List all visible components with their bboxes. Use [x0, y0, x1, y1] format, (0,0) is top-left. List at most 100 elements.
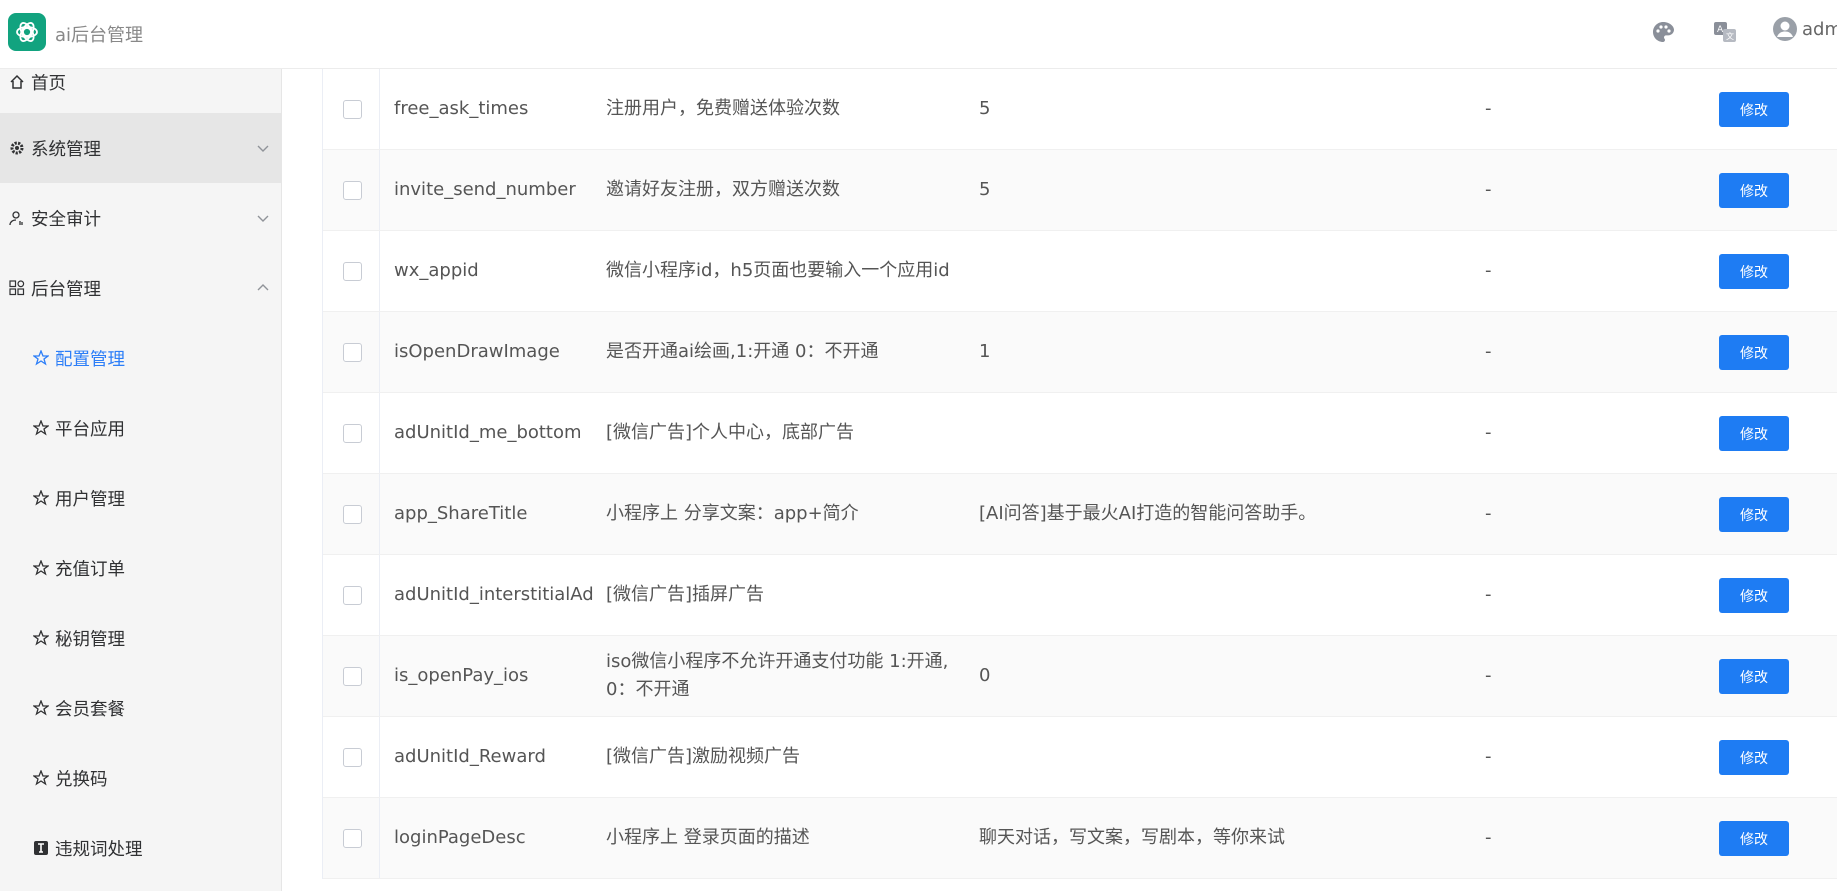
config-remark: -: [1485, 746, 1492, 767]
config-value: [AI问答]基于最火AI打造的智能问答助手。: [979, 503, 1317, 524]
star-icon: [33, 560, 49, 576]
config-key: adUnitId_me_bottom: [394, 422, 582, 443]
sidebar-item-keys[interactable]: 秘钥管理: [0, 603, 281, 673]
user-audit-icon: [9, 210, 25, 226]
sidebar-item-label: 会员套餐: [55, 699, 125, 720]
config-value: 5: [979, 98, 991, 119]
row-checkbox[interactable]: [343, 748, 362, 767]
config-value: 5: [979, 179, 991, 200]
sidebar-item-home[interactable]: 首页: [0, 69, 281, 117]
edit-button[interactable]: 修改: [1719, 335, 1789, 370]
sidebar-item-backend[interactable]: 后台管理: [0, 253, 281, 323]
chevron-down-icon: [256, 140, 270, 160]
sidebar-item-system[interactable]: 系统管理: [0, 113, 281, 183]
sidebar-item-label: 充值订单: [55, 559, 125, 580]
config-desc: 小程序上 登录页面的描述: [606, 827, 810, 848]
edit-button[interactable]: 修改: [1719, 254, 1789, 289]
edit-button[interactable]: 修改: [1719, 578, 1789, 613]
table-row: free_ask_times 注册用户，免费赠送体验次数 5 - 修改: [323, 69, 1837, 150]
grid-icon: [9, 280, 25, 296]
row-checkbox[interactable]: [343, 343, 362, 362]
row-checkbox[interactable]: [343, 505, 362, 524]
openai-logo-icon: [16, 22, 38, 42]
config-key: isOpenDrawImage: [394, 341, 560, 362]
sidebar-item-audit[interactable]: 安全审计: [0, 183, 281, 253]
star-icon: [33, 630, 49, 646]
sidebar-item-redeem-codes[interactable]: 兑换码: [0, 743, 281, 813]
table-row: app_ShareTitle 小程序上 分享文案：app+简介 [AI问答]基于…: [323, 474, 1837, 555]
table-row: loginPageDesc 小程序上 登录页面的描述 聊天对话，写文案，写剧本，…: [323, 798, 1837, 879]
edit-button[interactable]: 修改: [1719, 740, 1789, 775]
edit-button[interactable]: 修改: [1719, 173, 1789, 208]
edit-button[interactable]: 修改: [1719, 821, 1789, 856]
edit-button[interactable]: 修改: [1719, 416, 1789, 451]
chevron-up-icon: [256, 280, 270, 300]
row-checkbox[interactable]: [343, 262, 362, 281]
sidebar-item-label: 用户管理: [55, 489, 125, 510]
row-checkbox[interactable]: [343, 667, 362, 686]
config-desc: 是否开通ai绘画,1:开通 0：不开通: [606, 341, 879, 362]
sidebar-item-platform-apps[interactable]: 平台应用: [0, 393, 281, 463]
user-menu[interactable]: adm: [1772, 16, 1837, 42]
translate-icon[interactable]: A 文: [1711, 18, 1739, 46]
row-checkbox[interactable]: [343, 586, 362, 605]
config-value: 0: [979, 665, 991, 686]
config-key: wx_appid: [394, 260, 479, 281]
sidebar-item-label: 后台管理: [31, 279, 101, 300]
user-avatar-icon: [1773, 17, 1797, 41]
table-row: is_openPay_ios iso微信小程序不允许开通支付功能 1:开通, 0…: [323, 636, 1837, 717]
svg-text:A: A: [1717, 25, 1724, 35]
config-key: free_ask_times: [394, 98, 529, 119]
config-value: 1: [979, 341, 991, 362]
content-gutter: [282, 69, 302, 891]
config-value: [979, 231, 1479, 311]
sidebar-item-config[interactable]: 配置管理: [0, 323, 281, 393]
row-checkbox[interactable]: [343, 181, 362, 200]
chevron-down-icon: [256, 210, 270, 230]
edit-button[interactable]: 修改: [1719, 92, 1789, 127]
config-key: invite_send_number: [394, 179, 576, 200]
config-key: loginPageDesc: [394, 827, 526, 848]
row-checkbox[interactable]: [343, 424, 362, 443]
config-key: app_ShareTitle: [394, 503, 528, 524]
config-desc: [微信广告]插屏广告: [606, 584, 765, 605]
config-key: is_openPay_ios: [394, 665, 529, 686]
sidebar-item-label: 违规词处理: [55, 839, 143, 860]
top-header: ai后台管理 A 文 adm: [0, 0, 1837, 69]
sidebar-item-users[interactable]: 用户管理: [0, 463, 281, 533]
config-value: [979, 555, 1479, 635]
sidebar-item-orders[interactable]: 充值订单: [0, 533, 281, 603]
sidebar-item-label: 兑换码: [55, 769, 108, 790]
row-checkbox[interactable]: [343, 100, 362, 119]
table-row: adUnitId_interstitialAd [微信广告]插屏广告 - 修改: [323, 555, 1837, 636]
edit-button[interactable]: 修改: [1719, 497, 1789, 532]
home-icon: [9, 74, 25, 90]
config-remark: -: [1485, 179, 1492, 200]
app-logo[interactable]: [8, 13, 46, 51]
table-row: adUnitId_Reward [微信广告]激励视频广告 - 修改: [323, 717, 1837, 798]
row-checkbox[interactable]: [343, 829, 362, 848]
text-icon: [33, 840, 49, 856]
star-icon: [33, 420, 49, 436]
main-content: free_ask_times 注册用户，免费赠送体验次数 5 - 修改 invi…: [282, 69, 1837, 891]
sidebar-item-sensitive-words[interactable]: 违规词处理: [0, 813, 281, 883]
star-icon: [33, 490, 49, 506]
config-key: adUnitId_Reward: [394, 746, 546, 767]
config-desc: 注册用户，免费赠送体验次数: [606, 98, 840, 119]
palette-icon[interactable]: [1649, 18, 1677, 46]
config-desc: 小程序上 分享文案：app+简介: [606, 503, 859, 524]
star-icon: [33, 770, 49, 786]
config-remark: -: [1485, 665, 1492, 686]
sidebar-item-label: 系统管理: [31, 139, 101, 160]
config-key: adUnitId_interstitialAd: [394, 584, 594, 605]
sidebar-item-membership[interactable]: 会员套餐: [0, 673, 281, 743]
gear-icon: [9, 140, 25, 156]
config-table: free_ask_times 注册用户，免费赠送体验次数 5 - 修改 invi…: [322, 69, 1837, 879]
app-title: ai后台管理: [55, 25, 144, 46]
sidebar-item-label: 配置管理: [55, 349, 125, 370]
star-icon: [33, 700, 49, 716]
svg-text:文: 文: [1726, 31, 1734, 41]
edit-button[interactable]: 修改: [1719, 659, 1789, 694]
table-row: wx_appid 微信小程序id，h5页面也要输入一个应用id - 修改: [323, 231, 1837, 312]
config-remark: -: [1485, 422, 1492, 443]
